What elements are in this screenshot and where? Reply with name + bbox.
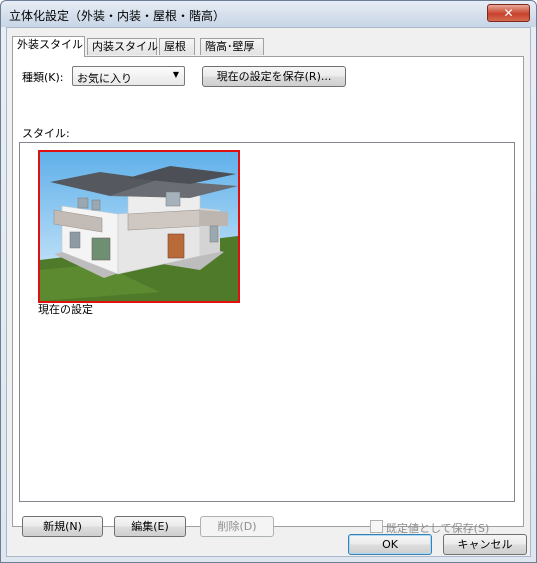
tab-interior-style[interactable]: 内装スタイル — [87, 38, 158, 55]
dialog-client: 外装スタイル 内装スタイル 屋根 階高･壁厚 種類(K): お気に入り ▼ 現在… — [6, 27, 531, 557]
kind-dropdown-value: お気に入り — [77, 72, 132, 85]
tab-exterior-style[interactable]: 外装スタイル — [12, 36, 85, 57]
style-thumbnail[interactable] — [38, 150, 240, 303]
style-list[interactable]: 現在の設定 — [19, 142, 515, 502]
house-preview-image — [40, 152, 238, 301]
save-default-checkbox[interactable] — [370, 520, 383, 533]
exterior-style-panel: 種類(K): お気に入り ▼ 現在の設定を保存(R)... スタイル: 現在の設… — [12, 56, 524, 537]
cancel-button[interactable]: キャンセル — [443, 534, 527, 555]
close-button[interactable]: ✕ — [487, 4, 530, 22]
window-title: 立体化設定（外装・内装・屋根・階高） — [9, 9, 226, 23]
edit-button[interactable]: 編集(E) — [114, 516, 186, 537]
dialog-window: 立体化設定（外装・内装・屋根・階高） ✕ 外装スタイル 内装スタイル 屋根 階高… — [0, 0, 537, 563]
kind-dropdown[interactable]: お気に入り ▼ — [72, 66, 185, 86]
tab-floor-height-wall[interactable]: 階高･壁厚 — [200, 38, 264, 55]
chevron-down-icon: ▼ — [172, 70, 179, 79]
tab-roof[interactable]: 屋根 — [159, 38, 195, 55]
save-current-settings-button[interactable]: 現在の設定を保存(R)... — [202, 66, 346, 87]
new-button[interactable]: 新規(N) — [22, 516, 103, 537]
ok-button[interactable]: OK — [348, 534, 432, 555]
style-item-caption: 現在の設定 — [38, 303, 93, 316]
style-label: スタイル: — [22, 127, 70, 140]
delete-button[interactable]: 削除(D) — [200, 516, 274, 537]
kind-label: 種類(K): — [22, 71, 64, 84]
title-bar[interactable]: 立体化設定（外装・内装・屋根・階高） ✕ — [1, 1, 536, 27]
